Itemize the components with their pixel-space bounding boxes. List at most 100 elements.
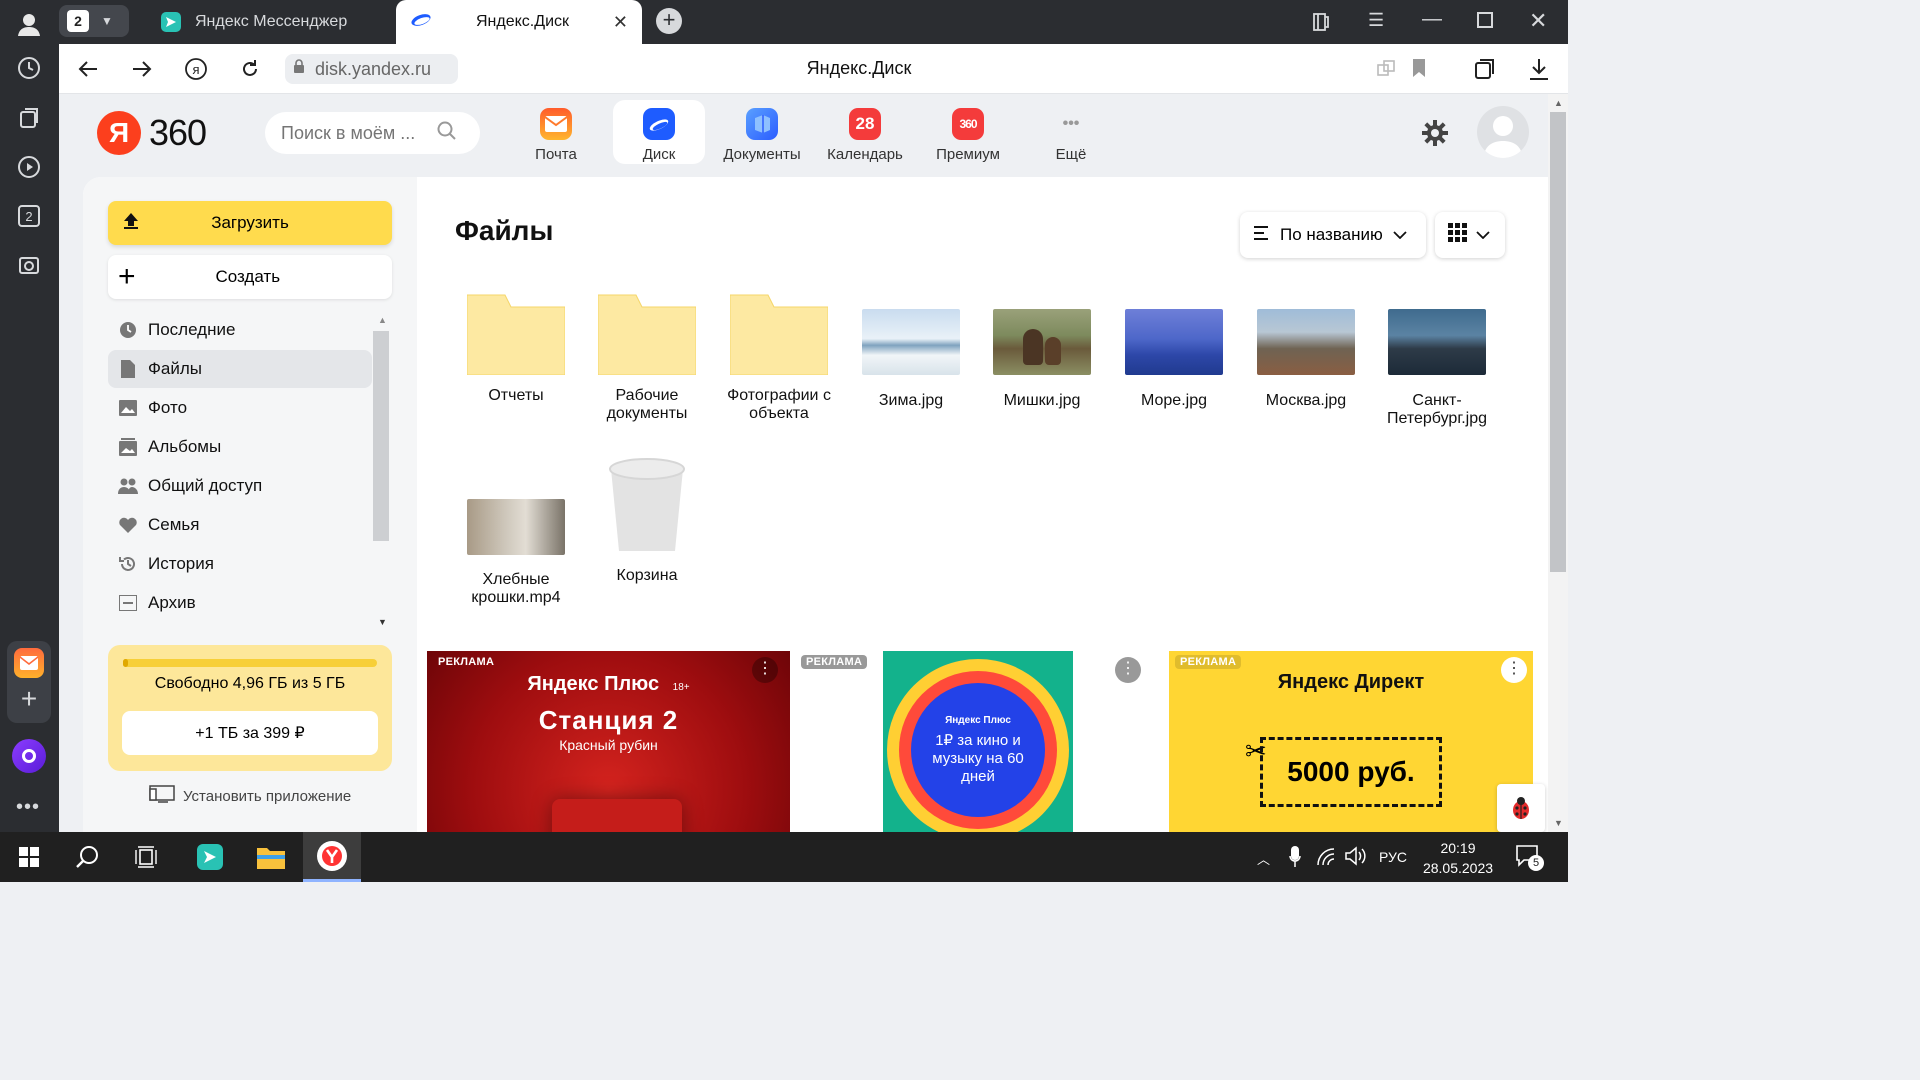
file-icon [118, 359, 138, 379]
file-item-folder[interactable]: Фотографии с объекта [719, 293, 839, 423]
minimize-icon[interactable]: — [1422, 8, 1442, 31]
service-disk[interactable]: Диск [613, 100, 705, 164]
input-language[interactable]: РУС [1379, 849, 1407, 865]
nav-item-archive[interactable]: Архив [108, 584, 372, 622]
view-mode-dropdown[interactable] [1435, 212, 1505, 258]
more-dots-icon[interactable]: ••• [16, 796, 40, 819]
file-item-folder[interactable]: Отчеты [456, 293, 576, 405]
url-chip[interactable]: disk.yandex.ru [285, 54, 458, 84]
ad-label: РЕКЛАМА [1175, 655, 1242, 669]
video-icon[interactable] [8, 147, 50, 187]
profile-icon[interactable] [8, 4, 50, 44]
translate-icon[interactable] [1376, 59, 1396, 84]
upload-button[interactable]: Загрузить [108, 201, 392, 245]
search-box[interactable] [265, 112, 480, 154]
scroll-up-icon[interactable]: ▲ [1554, 98, 1563, 108]
ad-menu-icon[interactable]: ⋮ [1115, 657, 1141, 683]
documents-icon [746, 108, 778, 140]
close-window-icon[interactable]: ✕ [1529, 8, 1547, 34]
sort-dropdown[interactable]: По названию [1240, 212, 1426, 258]
yandex-browser-icon[interactable] [303, 832, 361, 882]
tab-group-button[interactable]: 2 ▼ [59, 5, 129, 37]
scroll-down-icon[interactable]: ▼ [1554, 818, 1563, 828]
sidebar-scrollbar[interactable]: ▲ ▼ [373, 315, 389, 631]
install-app-link[interactable]: Установить приложение [149, 785, 351, 807]
ad-banner-direct[interactable]: РЕКЛАМА ⋮ Яндекс Директ ✂ 5000 руб. [1169, 651, 1533, 832]
back-icon[interactable] [73, 54, 103, 84]
service-mail[interactable]: Почта [510, 100, 602, 164]
forward-icon[interactable] [127, 54, 157, 84]
close-tab-icon[interactable]: ✕ [613, 12, 628, 33]
tab-strip: 2 ▼ Яндекс Мессенджер Яндекс.Диск ✕ + ☰ … [59, 0, 1568, 44]
create-button[interactable]: + Создать [108, 255, 392, 299]
file-item-image[interactable]: Море.jpg [1114, 309, 1234, 410]
nav-item-history[interactable]: История [108, 545, 372, 583]
service-more[interactable]: ••• Ещё [1025, 100, 1117, 164]
nav-item-family[interactable]: Семья [108, 506, 372, 544]
bug-report-icon[interactable] [1497, 784, 1545, 832]
sidebar-badge: 2 [18, 205, 40, 227]
service-documents[interactable]: Документы [716, 100, 808, 164]
clock[interactable]: 20:19 28.05.2023 [1420, 838, 1496, 878]
alice-icon[interactable] [12, 739, 46, 773]
file-item-image[interactable]: Мишки.jpg [982, 309, 1102, 410]
add-app-icon[interactable]: + [7, 684, 51, 714]
scroll-up-icon[interactable]: ▲ [378, 315, 387, 325]
scroll-down-icon[interactable]: ▼ [378, 617, 387, 627]
file-item-video[interactable]: Хлебные крошки.mp4 [456, 499, 576, 607]
service-calendar[interactable]: 28 Календарь [819, 100, 911, 164]
collections-button-icon[interactable] [1473, 57, 1497, 86]
search-input[interactable] [281, 122, 431, 144]
file-item-folder[interactable]: Рабочие документы [587, 293, 707, 423]
avatar[interactable] [1477, 106, 1529, 158]
upgrade-button[interactable]: +1 ТБ за 399 ₽ [122, 711, 378, 755]
nav-label: Фото [148, 398, 188, 417]
tab-messenger[interactable]: Яндекс Мессенджер [149, 0, 394, 44]
gear-icon[interactable] [1421, 119, 1449, 152]
scroll-thumb[interactable] [373, 331, 389, 541]
ad-banner-station[interactable]: РЕКЛАМА ⋮ Яндекс Плюс 18+ Станция 2 Крас… [427, 651, 790, 832]
messenger-app-icon[interactable] [181, 832, 239, 882]
bookmark-icon[interactable] [1412, 58, 1426, 83]
task-view-icon[interactable] [118, 832, 176, 882]
yandex-360-logo[interactable]: Я 360 [97, 111, 207, 155]
bookmarks-panel-icon[interactable] [1312, 12, 1330, 37]
start-icon[interactable] [0, 832, 58, 882]
file-explorer-icon[interactable] [242, 832, 300, 882]
reload-icon[interactable] [235, 54, 265, 84]
ad-banner-plus[interactable]: РЕКЛАМА Яндекс Плюс 1₽ за кино и музыку … [795, 651, 1165, 832]
file-item-image[interactable]: Москва.jpg [1246, 309, 1366, 410]
microphone-icon[interactable] [1289, 846, 1301, 873]
service-premium[interactable]: 360 Премиум [922, 100, 1014, 164]
file-item-trash[interactable]: Корзина [587, 457, 707, 585]
search-taskbar-icon[interactable] [59, 832, 117, 882]
page-scroll-thumb[interactable] [1550, 112, 1566, 572]
mail-app-icon[interactable] [14, 648, 44, 678]
restore-icon[interactable] [1477, 12, 1493, 28]
page-title: Яндекс.Диск [806, 58, 912, 78]
nav-item-shared[interactable]: Общий доступ [108, 467, 372, 505]
history-icon[interactable] [8, 48, 50, 88]
tab-count-icon[interactable]: 2 [8, 196, 50, 236]
screenshot-icon[interactable] [8, 245, 50, 285]
new-tab-icon[interactable]: + [656, 8, 682, 34]
notifications-icon[interactable]: 5 [1516, 845, 1544, 872]
tab-disk[interactable]: Яндекс.Диск ✕ [396, 0, 642, 44]
nav-item-photo[interactable]: Фото [108, 389, 372, 427]
file-item-image[interactable]: Зима.jpg [851, 309, 971, 410]
sort-label: По названию [1280, 225, 1383, 244]
yandex-home-icon[interactable]: я [181, 54, 211, 84]
file-item-image[interactable]: Санкт-Петербург.jpg [1377, 309, 1497, 428]
network-icon[interactable] [1316, 848, 1338, 871]
tray-expand-icon[interactable]: ︿ [1257, 849, 1270, 868]
downloads-icon[interactable] [1528, 57, 1550, 86]
collections-icon[interactable] [8, 98, 50, 138]
volume-icon[interactable] [1345, 846, 1367, 871]
nav-label: Общий доступ [148, 476, 263, 495]
nav-item-recent[interactable]: Последние [108, 311, 372, 349]
page-scrollbar[interactable]: ▲ ▼ [1548, 94, 1568, 832]
nav-item-files[interactable]: Файлы [108, 350, 372, 388]
menu-icon[interactable]: ☰ [1368, 10, 1384, 31]
search-icon[interactable] [437, 121, 457, 146]
nav-item-albums[interactable]: Альбомы [108, 428, 372, 466]
